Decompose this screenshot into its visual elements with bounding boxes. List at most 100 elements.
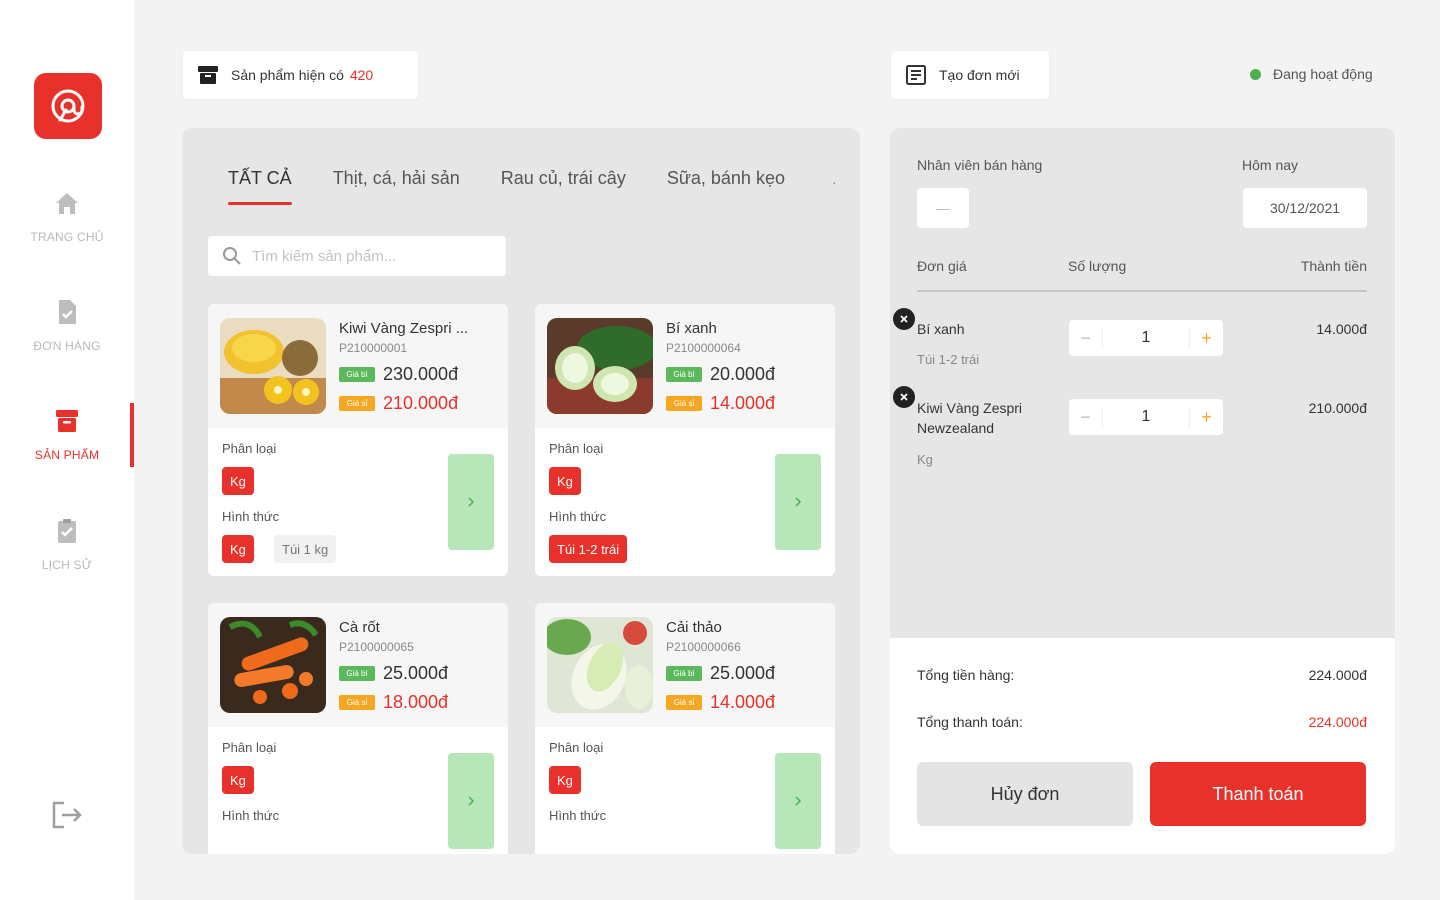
form-label: Hình thức bbox=[549, 509, 607, 524]
wholesale-price-row: Giá sỉ 14.000đ bbox=[666, 692, 775, 713]
product-card[interactable]: Cà rốt P2100000065 Giá bì 25.000đ Giá sỉ… bbox=[208, 603, 508, 854]
decrease-qty-button[interactable]: − bbox=[1069, 406, 1103, 428]
available-products-chip: Sản phẩm hiện có 420 bbox=[183, 51, 418, 99]
order-item-total: 210.000đ bbox=[1308, 400, 1367, 416]
retail-price-row: Giá bì 25.000đ bbox=[339, 663, 448, 684]
form-tag[interactable]: Túi 1-2 trái bbox=[549, 535, 628, 563]
sidebar-item-label: LỊCH SỬ bbox=[41, 558, 93, 572]
tab-vegetables-fruits[interactable]: Rau củ, trái cây bbox=[501, 168, 626, 205]
retail-price-badge: Giá bì bbox=[666, 666, 702, 681]
product-code: P2100000066 bbox=[666, 640, 741, 654]
sidebar-item-label: TRANG CHỦ bbox=[30, 230, 104, 244]
cancel-order-button[interactable]: Hủy đơn bbox=[917, 762, 1133, 826]
product-code: P210000001 bbox=[339, 341, 408, 355]
receipt-icon bbox=[906, 65, 926, 85]
product-name: Kiwi Vàng Zespri ... bbox=[339, 320, 469, 337]
tab-milk-candy[interactable]: Sữa, bánh kẹo bbox=[667, 168, 785, 205]
category-tag[interactable]: Kg bbox=[549, 467, 581, 495]
increase-qty-button[interactable]: + bbox=[1189, 406, 1223, 428]
wholesale-price-row: Giá sỉ 18.000đ bbox=[339, 692, 448, 713]
category-label: Phân loại bbox=[549, 740, 604, 755]
form-label: Hình thức bbox=[222, 509, 280, 524]
sidebar: TRANG CHỦ ĐƠN HÀNG SẢN PHẨM LỊCH SỬ bbox=[0, 0, 134, 900]
sidebar-item-home[interactable]: TRANG CHỦ bbox=[0, 188, 134, 278]
wholesale-price: 14.000đ bbox=[710, 393, 776, 413]
tabs-more-indicator[interactable]: · bbox=[832, 174, 837, 190]
wholesale-price-row: Giá sỉ 14.000đ bbox=[666, 393, 775, 414]
order-file-icon bbox=[59, 300, 76, 324]
header-divider bbox=[917, 290, 1367, 292]
order-summary: Tổng tiền hàng: 224.000đ Tổng thanh toán… bbox=[890, 638, 1395, 854]
product-card[interactable]: Cải thảo P2100000066 Giá bì 25.000đ Giá … bbox=[535, 603, 835, 854]
product-catalog-panel: TẤT CẢ Thịt, cá, hải sản Rau củ, trái câ… bbox=[182, 128, 860, 854]
products-label: Sản phẩm hiện có bbox=[231, 67, 344, 83]
sidebar-item-label: ĐƠN HÀNG bbox=[33, 339, 101, 353]
active-nav-indicator bbox=[130, 403, 134, 467]
product-card[interactable]: Kiwi Vàng Zespri ... P210000001 Giá bì 2… bbox=[208, 304, 508, 576]
add-to-order-button[interactable] bbox=[448, 753, 494, 849]
history-clipboard-icon bbox=[58, 519, 76, 543]
app-logo[interactable] bbox=[34, 73, 102, 139]
product-card-header: Cải thảo P2100000066 Giá bì 25.000đ Giá … bbox=[535, 603, 835, 727]
product-box-icon bbox=[198, 66, 218, 84]
wholesale-price-badge: Giá sỉ bbox=[666, 396, 702, 411]
category-tag[interactable]: Kg bbox=[222, 467, 254, 495]
add-to-order-button[interactable] bbox=[775, 753, 821, 849]
status-dot bbox=[1250, 68, 1261, 80]
staff-label: Nhân viên bán hàng bbox=[917, 157, 1043, 173]
decrease-qty-button[interactable]: − bbox=[1069, 327, 1103, 349]
search-input[interactable] bbox=[252, 247, 482, 265]
close-icon bbox=[900, 393, 908, 401]
new-order-button[interactable]: Tạo đơn mới bbox=[891, 51, 1049, 99]
sidebar-item-products[interactable]: SẢN PHẨM bbox=[0, 406, 134, 496]
product-card-header: Kiwi Vàng Zespri ... P210000001 Giá bì 2… bbox=[208, 304, 508, 428]
product-image-carrot bbox=[220, 617, 326, 713]
chevron-right-icon bbox=[468, 497, 475, 507]
status-text: Đang hoạt động bbox=[1273, 66, 1373, 82]
retail-price-badge: Giá bì bbox=[666, 367, 702, 382]
remove-item-button[interactable] bbox=[893, 308, 915, 330]
product-box-icon bbox=[56, 410, 78, 432]
home-icon bbox=[56, 193, 78, 214]
product-card[interactable]: Bí xanh P2100000064 Giá bì 20.000đ Giá s… bbox=[535, 304, 835, 576]
retail-price: 25.000đ bbox=[710, 663, 776, 683]
increase-qty-button[interactable]: + bbox=[1189, 327, 1223, 349]
column-header-total: Thành tiền bbox=[1300, 258, 1367, 274]
add-to-order-button[interactable] bbox=[448, 454, 494, 550]
product-search bbox=[208, 236, 506, 276]
date-field[interactable]: 30/12/2021 bbox=[1243, 188, 1367, 228]
chevron-right-icon bbox=[795, 796, 802, 806]
quantity-value[interactable]: 1 bbox=[1103, 329, 1189, 347]
products-count: 420 bbox=[349, 67, 374, 83]
remove-item-button[interactable] bbox=[893, 386, 915, 408]
add-to-order-button[interactable] bbox=[775, 454, 821, 550]
tab-meat-fish-seafood[interactable]: Thịt, cá, hải sản bbox=[333, 168, 460, 205]
form-tag[interactable]: Kg bbox=[222, 535, 254, 563]
checkout-button[interactable]: Thanh toán bbox=[1150, 762, 1366, 826]
category-label: Phân loại bbox=[222, 441, 277, 456]
new-order-label: Tạo đơn mới bbox=[939, 67, 1020, 83]
form-label: Hình thức bbox=[549, 808, 607, 823]
wholesale-price: 210.000đ bbox=[383, 393, 459, 413]
subtotal-value: 224.000đ bbox=[1308, 667, 1367, 683]
product-code: P2100000065 bbox=[339, 640, 414, 654]
sidebar-item-history[interactable]: LỊCH SỬ bbox=[0, 516, 134, 606]
wholesale-price-badge: Giá sỉ bbox=[666, 695, 702, 710]
category-tag[interactable]: Kg bbox=[549, 766, 581, 794]
order-item-unit: Kg bbox=[917, 452, 933, 467]
status-indicator: Đang hoạt động bbox=[1250, 66, 1373, 82]
quantity-stepper: − 1 + bbox=[1069, 320, 1223, 356]
tab-all[interactable]: TẤT CẢ bbox=[228, 168, 292, 205]
staff-select[interactable]: — bbox=[917, 188, 969, 228]
sidebar-item-orders[interactable]: ĐƠN HÀNG bbox=[0, 297, 134, 387]
form-tag[interactable]: Túi 1 kg bbox=[274, 535, 337, 563]
logout-icon[interactable] bbox=[50, 799, 84, 831]
logo-at-icon bbox=[51, 89, 85, 123]
category-tag[interactable]: Kg bbox=[222, 766, 254, 794]
product-card-header: Bí xanh P2100000064 Giá bì 20.000đ Giá s… bbox=[535, 304, 835, 428]
product-card-header: Cà rốt P2100000065 Giá bì 25.000đ Giá sỉ… bbox=[208, 603, 508, 727]
wholesale-price: 14.000đ bbox=[710, 692, 776, 712]
quantity-value[interactable]: 1 bbox=[1103, 408, 1189, 426]
product-code: P2100000064 bbox=[666, 341, 741, 355]
retail-price: 230.000đ bbox=[383, 364, 459, 384]
